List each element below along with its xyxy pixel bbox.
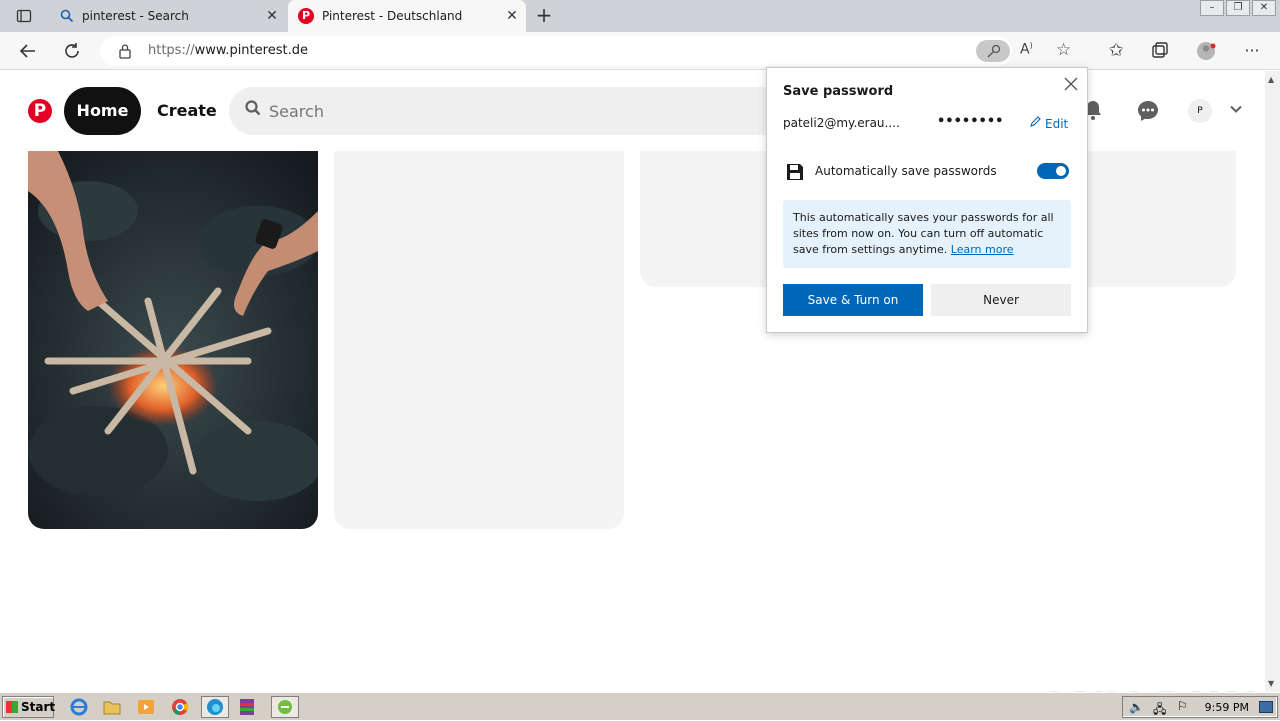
save-password-dialog: Save password pateli2@my.erau.... ••••••… bbox=[766, 67, 1088, 333]
chrome-icon[interactable] bbox=[169, 697, 191, 717]
username-field[interactable]: pateli2@my.erau.... bbox=[783, 116, 900, 130]
home-button[interactable]: Home bbox=[64, 87, 141, 135]
tab-title: pinterest - Search bbox=[82, 9, 189, 23]
learn-more-link[interactable]: Learn more bbox=[951, 243, 1014, 256]
media-player-icon[interactable] bbox=[135, 697, 157, 717]
flag-icon[interactable]: ⚐ bbox=[1177, 699, 1188, 713]
new-tab-icon[interactable]: + bbox=[534, 5, 554, 26]
close-tab-icon[interactable]: ✕ bbox=[504, 8, 520, 24]
chevron-down-icon[interactable] bbox=[1228, 101, 1244, 117]
search-icon bbox=[245, 100, 261, 121]
password-field[interactable]: •••••••• bbox=[937, 114, 1003, 129]
page-scrollbar[interactable]: ▲ ▼ bbox=[1265, 71, 1280, 692]
messages-icon[interactable] bbox=[1136, 99, 1160, 123]
search-input[interactable]: Search bbox=[229, 87, 829, 135]
favorites-icon[interactable]: ✩ bbox=[1105, 40, 1127, 62]
scroll-down-icon[interactable]: ▼ bbox=[1268, 679, 1274, 688]
windows-logo-icon bbox=[6, 701, 18, 713]
avatar[interactable]: P bbox=[1188, 99, 1212, 123]
search-placeholder: Search bbox=[269, 102, 324, 121]
search-icon bbox=[60, 9, 74, 23]
toggle-knob bbox=[1056, 166, 1066, 176]
read-aloud-icon[interactable]: A) bbox=[1020, 41, 1033, 58]
save-and-turn-on-button[interactable]: Save & Turn on bbox=[783, 284, 923, 316]
tab-actions-icon[interactable] bbox=[16, 8, 32, 24]
info-box: This automatically saves your passwords … bbox=[783, 200, 1071, 268]
save-icon bbox=[785, 162, 805, 182]
pin-campfire-image[interactable] bbox=[28, 151, 318, 529]
close-window-icon[interactable]: ✕ bbox=[1252, 0, 1276, 16]
clock: 9:59 PM bbox=[1204, 701, 1249, 714]
create-button[interactable]: Create bbox=[157, 101, 217, 120]
pinterest-logo[interactable]: P bbox=[28, 99, 52, 123]
windows-taskbar: Start 🔈 🖧 ⚐ 9:59 PM bbox=[0, 692, 1280, 720]
internet-explorer-icon[interactable] bbox=[68, 697, 90, 717]
pinterest-icon: P bbox=[298, 8, 314, 24]
green-app-icon bbox=[278, 700, 292, 714]
close-icon[interactable] bbox=[1063, 76, 1079, 92]
window-controls: – ❐ ✕ bbox=[1200, 0, 1276, 16]
start-button[interactable]: Start bbox=[2, 696, 56, 718]
more-options-icon[interactable]: ··· bbox=[1241, 40, 1263, 62]
tab-title: Pinterest - Deutschland bbox=[322, 9, 463, 23]
scroll-up-icon[interactable]: ▲ bbox=[1268, 75, 1274, 84]
never-button[interactable]: Never bbox=[931, 284, 1071, 316]
pin-placeholder[interactable] bbox=[334, 151, 624, 529]
restore-icon[interactable]: ❐ bbox=[1226, 0, 1250, 16]
auto-save-toggle[interactable] bbox=[1037, 163, 1069, 179]
start-label: Start bbox=[21, 700, 56, 714]
profile-icon[interactable] bbox=[1195, 40, 1217, 62]
back-icon[interactable] bbox=[17, 40, 39, 62]
tab-strip: pinterest - Search ✕ P Pinterest - Deuts… bbox=[0, 0, 1280, 32]
add-favorite-icon[interactable]: ☆ bbox=[1056, 40, 1071, 60]
edit-button[interactable]: Edit bbox=[1029, 116, 1068, 131]
system-tray: 🔈 🖧 ⚐ 9:59 PM bbox=[1122, 696, 1278, 718]
tab-pinterest-search[interactable]: pinterest - Search ✕ bbox=[50, 0, 286, 32]
edge-icon bbox=[207, 699, 223, 715]
close-tab-icon[interactable]: ✕ bbox=[264, 8, 280, 24]
url-text: https://www.pinterest.de bbox=[148, 43, 308, 58]
anyrun-watermark: ANY RUN bbox=[1038, 683, 1259, 692]
edit-label: Edit bbox=[1045, 116, 1069, 131]
app-taskbar-button[interactable] bbox=[271, 696, 299, 718]
auto-save-label: Automatically save passwords bbox=[815, 164, 997, 178]
dialog-title: Save password bbox=[783, 84, 894, 99]
volume-icon[interactable]: 🔈 bbox=[1129, 700, 1144, 714]
pencil-icon bbox=[1029, 116, 1041, 131]
refresh-icon[interactable] bbox=[61, 40, 83, 62]
network-icon[interactable]: 🖧 bbox=[1153, 700, 1166, 721]
winrar-icon[interactable] bbox=[236, 697, 258, 717]
address-bar[interactable]: https://www.pinterest.de A) ☆ bbox=[100, 36, 1071, 66]
password-key-icon[interactable] bbox=[976, 40, 1010, 62]
lock-icon[interactable] bbox=[118, 43, 132, 59]
edge-taskbar-button[interactable] bbox=[201, 696, 229, 718]
file-explorer-icon[interactable] bbox=[101, 697, 123, 717]
browser-toolbar: https://www.pinterest.de A) ☆ ✩ ··· bbox=[0, 32, 1280, 70]
show-desktop-icon[interactable] bbox=[1259, 701, 1273, 713]
minimize-icon[interactable]: – bbox=[1200, 0, 1224, 16]
collections-icon[interactable] bbox=[1149, 40, 1171, 62]
info-text: This automatically saves your passwords … bbox=[793, 211, 1054, 256]
tab-pinterest-deutschland[interactable]: P Pinterest - Deutschland ✕ bbox=[288, 0, 526, 32]
